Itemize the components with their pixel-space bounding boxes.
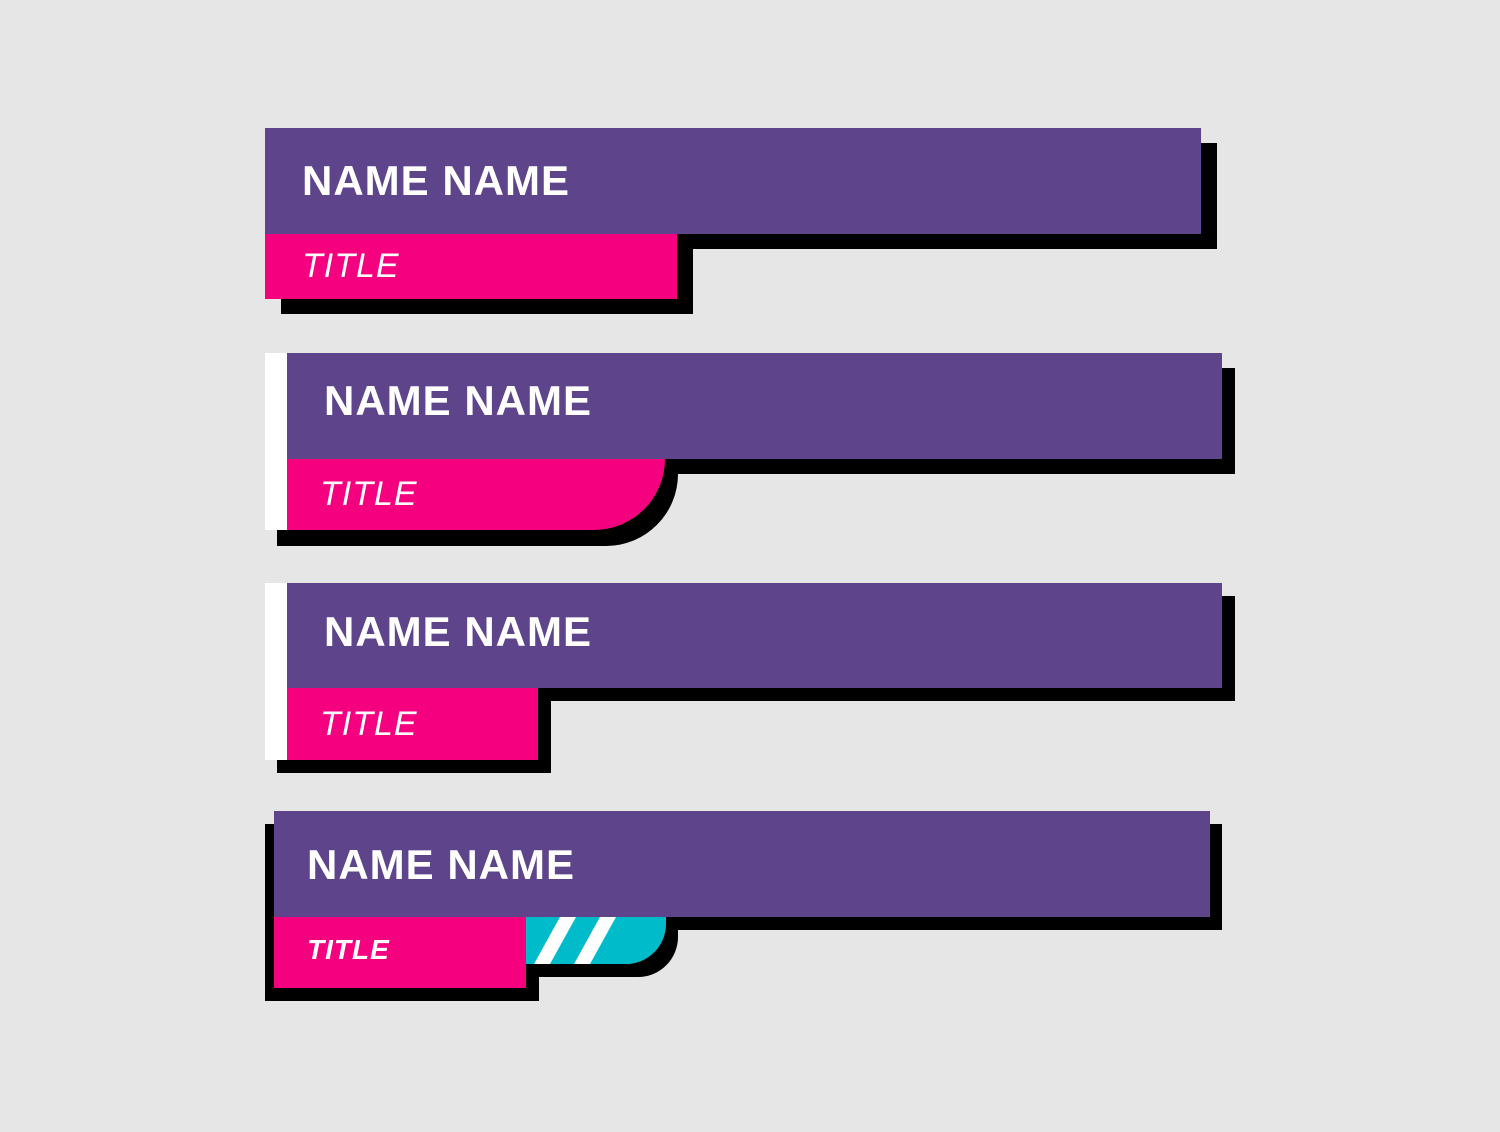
title-label: TITLE xyxy=(302,247,400,285)
name-label: NAME NAME xyxy=(302,157,570,204)
name-bar: NAME NAME xyxy=(274,811,1210,917)
accent-stripe xyxy=(265,583,287,760)
name-label: NAME NAME xyxy=(307,841,575,888)
title-label: TITLE xyxy=(307,934,390,965)
name-bar: NAME NAME xyxy=(287,583,1222,688)
striped-tab xyxy=(526,917,666,964)
accent-stripe xyxy=(265,353,287,530)
title-label: TITLE xyxy=(320,475,418,513)
title-bar: TITLE xyxy=(287,688,538,760)
diagonal-stripes-icon xyxy=(526,917,666,964)
title-label: TITLE xyxy=(320,705,418,743)
title-bar: TITLE xyxy=(265,234,677,299)
name-bar: NAME NAME xyxy=(265,128,1201,234)
name-label: NAME NAME xyxy=(324,377,592,424)
lower-thirds-canvas: NAME NAME TITLE NAME NAME TITLE NAME NAM… xyxy=(0,0,1500,1132)
name-bar: NAME NAME xyxy=(287,353,1222,459)
title-bar: TITLE xyxy=(287,459,665,530)
title-bar: TITLE xyxy=(274,917,526,988)
name-label: NAME NAME xyxy=(324,608,592,655)
